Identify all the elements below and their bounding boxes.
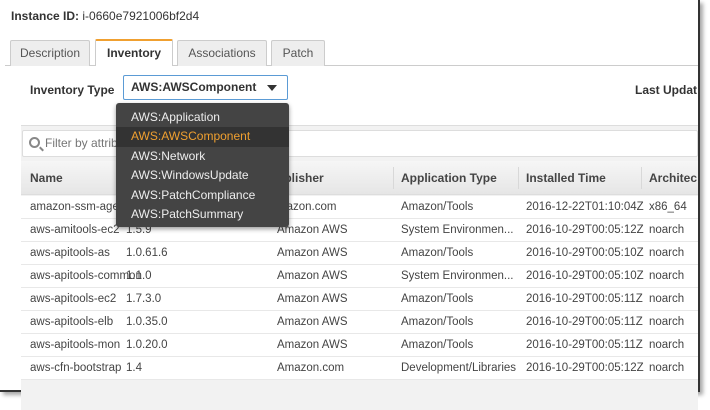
search-icon: [29, 137, 40, 148]
cell-architecture: noarch: [649, 293, 685, 305]
tab-associations[interactable]: Associations: [177, 40, 267, 66]
header-name[interactable]: Name: [30, 171, 63, 185]
cell-application-type: Amazon/Tools: [401, 247, 474, 259]
cell-publisher: Amazon AWS: [277, 247, 348, 259]
cell-name: aws-amitools-ec2: [30, 224, 120, 236]
tab-bar: Description Inventory Associations Patch: [5, 39, 698, 66]
table-row[interactable]: aws-apitools-as 1.0.61.6 Amazon AWS Amazon/…: [21, 242, 698, 265]
inventory-type-select[interactable]: AWS:AWSComponent: [123, 75, 288, 100]
last-updated-label: Last Updat: [635, 83, 698, 97]
cell-publisher: Amazon AWS: [277, 270, 348, 282]
option-patchsummary[interactable]: AWS:PatchSummary: [116, 205, 289, 224]
cell-version: 1.1.0: [126, 270, 152, 282]
cell-name: aws-apitools-elb: [30, 316, 114, 328]
cell-architecture: x86_64: [649, 201, 687, 213]
cell-installed-time: 2016-10-29T00:05:11Z: [526, 339, 643, 351]
cell-application-type: Amazon/Tools: [401, 293, 474, 305]
instance-panel: Instance ID: i-0660e7921006bf2d4 Descrip…: [0, 0, 700, 410]
cell-version: 1.0.35.0: [126, 316, 168, 328]
cell-name: aws-apitools-mon: [30, 339, 121, 351]
option-application[interactable]: AWS:Application: [116, 108, 289, 127]
tab-description[interactable]: Description: [10, 40, 90, 66]
table-row[interactable]: aws-apitools-elb 1.0.35.0 Amazon AWS Amazon…: [21, 311, 698, 334]
column-divider: [518, 167, 519, 189]
cell-publisher: Amazon AWS: [277, 293, 348, 305]
cell-version: 1.0.20.0: [126, 339, 168, 351]
header-architecture[interactable]: Architec: [649, 171, 697, 185]
instance-id-label: Instance ID:: [11, 9, 80, 23]
cell-architecture: noarch: [649, 270, 685, 282]
cell-installed-time: 2016-10-29T00:05:11Z: [526, 316, 643, 328]
column-divider: [641, 167, 642, 189]
selected-value: AWS:AWSComponent: [131, 80, 257, 94]
option-network[interactable]: AWS:Network: [116, 147, 289, 166]
option-patchcompliance[interactable]: AWS:PatchCompliance: [116, 186, 289, 205]
inventory-type-dropdown: AWS:Application AWS:AWSComponent AWS:Net…: [116, 103, 289, 227]
table-row[interactable]: aws-apitools-common 1.1.0 Amazon AWS System…: [21, 265, 698, 288]
cell-publisher: Amazon AWS: [277, 316, 348, 328]
cell-application-type: Amazon/Tools: [401, 339, 474, 351]
cell-version: 1.4: [126, 362, 142, 374]
header-installed-time[interactable]: Installed Time: [526, 171, 606, 185]
cell-publisher: Amazon AWS: [277, 339, 348, 351]
table-row[interactable]: aws-cfn-bootstrap 1.4 Amazon.com Developmen…: [21, 357, 698, 380]
cell-architecture: noarch: [649, 339, 685, 351]
cell-name: amazon-ssm-ager: [30, 201, 123, 213]
cell-installed-time: 2016-10-29T00:05:12Z: [526, 224, 644, 236]
option-awscomponent[interactable]: AWS:AWSComponent: [116, 127, 289, 147]
cell-installed-time: 2016-12-22T01:10:04Z: [526, 201, 644, 213]
cell-installed-time: 2016-10-29T00:05:10Z: [526, 270, 644, 282]
cell-application-type: System Environmen...: [401, 270, 514, 282]
cell-installed-time: 2016-10-29T00:05:11Z: [526, 293, 643, 305]
table-row[interactable]: aws-apitools-ec2 1.7.3.0 Amazon AWS Amazon/…: [21, 288, 698, 311]
instance-id-value: i-0660e7921006bf2d4: [82, 9, 200, 23]
table-row[interactable]: aws-apitools-mon 1.0.20.0 Amazon AWS Amazon…: [21, 334, 698, 357]
cell-publisher: Amazon.com: [277, 362, 345, 374]
instance-id: Instance ID: i-0660e7921006bf2d4: [11, 9, 199, 23]
column-divider: [393, 167, 394, 189]
cell-architecture: noarch: [649, 316, 685, 328]
cell-version: 1.0.61.6: [126, 247, 168, 259]
header-application-type[interactable]: Application Type: [401, 171, 497, 185]
cell-installed-time: 2016-10-29T00:05:12Z: [526, 362, 644, 374]
chevron-down-icon: [267, 85, 277, 91]
cell-application-type: System Environmen...: [401, 224, 514, 236]
cell-application-type: Amazon/Tools: [401, 201, 474, 213]
cell-name: aws-apitools-ec2: [30, 293, 117, 305]
cell-name: aws-cfn-bootstrap: [30, 362, 122, 374]
tab-inventory[interactable]: Inventory: [95, 39, 173, 66]
cell-version: 1.7.3.0: [126, 293, 162, 305]
option-windowsupdate[interactable]: AWS:WindowsUpdate: [116, 166, 289, 185]
cell-application-type: Development/Libraries: [401, 362, 517, 374]
cell-name: aws-apitools-as: [30, 247, 110, 259]
tab-patch[interactable]: Patch: [271, 40, 325, 66]
cell-architecture: noarch: [649, 224, 685, 236]
cell-architecture: noarch: [649, 362, 685, 374]
cell-installed-time: 2016-10-29T00:05:10Z: [526, 247, 644, 259]
cell-architecture: noarch: [649, 247, 685, 259]
inventory-type-label: Inventory Type: [30, 83, 115, 97]
cell-application-type: Amazon/Tools: [401, 316, 474, 328]
